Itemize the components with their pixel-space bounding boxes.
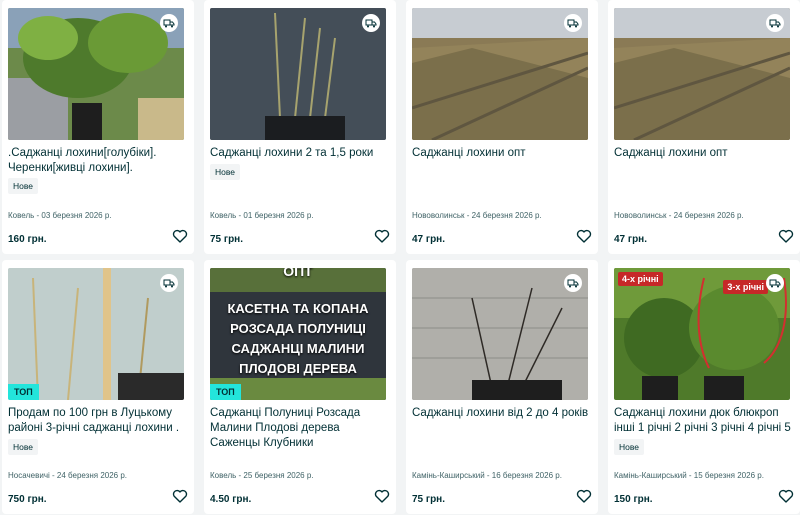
listing-date: 15 березня 2026 р. <box>693 471 764 480</box>
new-badge: Нове <box>8 439 39 455</box>
date-separator: - <box>686 471 694 480</box>
photo-overlay-text: САДЖАНЦІ МАЛИНИ <box>231 341 365 356</box>
listing-photo[interactable] <box>412 268 588 400</box>
listing-date: 24 березня 2026 р. <box>673 211 744 220</box>
listing-location: Ковель <box>210 211 237 220</box>
listing-location-date: Ковель - 03 березня 2026 р. <box>8 211 112 220</box>
top-badge: ТОП <box>8 384 39 400</box>
listing-photo[interactable]: ТОП <box>8 268 184 400</box>
listing-card[interactable]: .Саджанці лохини[голубіки]. Черенки[живц… <box>2 0 194 254</box>
new-badge: Нове <box>210 164 241 180</box>
listing-title[interactable]: Продам по 100 грн в Луцькому районі 3-рі… <box>8 406 190 436</box>
listing-photo[interactable] <box>210 8 386 140</box>
listing-price: 4.50 грн. <box>210 494 252 505</box>
favorite-heart-icon[interactable] <box>778 488 794 504</box>
listing-grid: .Саджанці лохини[голубіки]. Черенки[живц… <box>0 0 800 515</box>
listing-title[interactable]: .Саджанці лохини[голубіки]. Черенки[живц… <box>8 146 190 176</box>
favorite-heart-icon[interactable] <box>778 228 794 244</box>
listing-date: 16 березня 2026 р. <box>491 471 562 480</box>
favorite-heart-icon[interactable] <box>172 228 188 244</box>
photo-overlay-text: ПЛОДОВІ ДЕРЕВА <box>239 361 357 376</box>
listing-photo-image <box>412 268 588 400</box>
date-separator: - <box>666 211 674 220</box>
photo-overlay-text: РОЗСАДА ПОЛУНИЦІ <box>230 321 366 336</box>
listing-card[interactable]: Саджанці лохини опт Нововолинськ - 24 бе… <box>406 0 598 254</box>
new-badge: Нове <box>614 439 645 455</box>
listing-price: 75 грн. <box>412 494 445 505</box>
listing-date: 03 березня 2026 р. <box>41 211 112 220</box>
delivery-icon <box>362 14 380 32</box>
listing-price: 47 грн. <box>412 234 445 245</box>
listing-location-date: Носачевичі - 24 березня 2026 р. <box>8 471 127 480</box>
photo-overlay-text: ОПТ <box>283 268 313 279</box>
delivery-icon <box>160 14 178 32</box>
photo-overlay-text: КАСЕТНА ТА КОПАНА <box>227 301 369 316</box>
listing-photo-image <box>8 8 184 140</box>
delivery-icon <box>564 274 582 292</box>
listing-location: Камінь-Каширський <box>614 471 687 480</box>
favorite-heart-icon[interactable] <box>576 488 592 504</box>
listing-title[interactable]: Саджанці лохини від 2 до 4 років <box>412 406 594 421</box>
listing-title[interactable]: Саджанці лохини дюк блюкроп інші 1 річні… <box>614 406 796 436</box>
listing-location-date: Ковель - 01 березня 2026 р. <box>210 211 314 220</box>
listing-title[interactable]: Саджанці Полуниці Розсада Малини Плодові… <box>210 406 392 451</box>
listing-card[interactable]: Саджанці лохини від 2 до 4 років Камінь-… <box>406 260 598 514</box>
new-badge: Нове <box>8 178 39 194</box>
listing-location: Нововолинськ <box>412 211 465 220</box>
listing-location-date: Нововолинськ - 24 березня 2026 р. <box>614 211 744 220</box>
listing-price: 150 грн. <box>614 494 653 505</box>
listing-location: Носачевичі <box>8 471 50 480</box>
listing-location-date: Ковель - 25 березня 2026 р. <box>210 471 314 480</box>
listing-card[interactable]: ОПТ КАСЕТНА ТА КОПАНА РОЗСАДА ПОЛУНИЦІ С… <box>204 260 396 514</box>
favorite-heart-icon[interactable] <box>172 488 188 504</box>
listing-price: 750 грн. <box>8 494 47 505</box>
favorite-heart-icon[interactable] <box>374 488 390 504</box>
listing-photo[interactable] <box>614 8 790 140</box>
listing-location: Ковель <box>210 471 237 480</box>
listing-card[interactable]: Саджанці лохини 2 та 1,5 роки Нове Ковел… <box>204 0 396 254</box>
listing-location-date: Камінь-Каширський - 16 березня 2026 р. <box>412 471 562 480</box>
listing-title[interactable]: Саджанці лохини 2 та 1,5 роки <box>210 146 392 161</box>
listing-date: 01 березня 2026 р. <box>243 211 314 220</box>
listing-location: Ковель <box>8 211 35 220</box>
listing-location: Нововолинськ <box>614 211 667 220</box>
favorite-heart-icon[interactable] <box>576 228 592 244</box>
top-badge: ТОП <box>210 384 241 400</box>
listing-price: 47 грн. <box>614 234 647 245</box>
listing-date: 24 березня 2026 р. <box>471 211 542 220</box>
listing-card[interactable]: ТОП Продам по 100 грн в Луцькому районі … <box>2 260 194 514</box>
listing-photo-image <box>210 8 386 140</box>
delivery-icon <box>766 274 784 292</box>
listing-location-date: Нововолинськ - 24 березня 2026 р. <box>412 211 542 220</box>
date-separator: - <box>484 471 492 480</box>
listing-card[interactable]: Саджанці лохини опт Нововолинськ - 24 бе… <box>608 0 800 254</box>
listing-photo[interactable] <box>8 8 184 140</box>
listing-photo-image <box>614 8 790 140</box>
photo-tag-right: 3-х річні <box>723 280 768 294</box>
listing-photo[interactable]: ОПТ КАСЕТНА ТА КОПАНА РОЗСАДА ПОЛУНИЦІ С… <box>210 268 386 400</box>
listing-location: Камінь-Каширський <box>412 471 485 480</box>
listing-price: 160 грн. <box>8 234 47 245</box>
listing-date: 25 березня 2026 р. <box>243 471 314 480</box>
listing-photo[interactable]: 4-х річні 3-х річні <box>614 268 790 400</box>
delivery-icon <box>766 14 784 32</box>
delivery-icon <box>160 274 178 292</box>
listing-photo-image <box>412 8 588 140</box>
listing-photo[interactable] <box>412 8 588 140</box>
favorite-heart-icon[interactable] <box>374 228 390 244</box>
listing-title[interactable]: Саджанці лохини опт <box>614 146 796 161</box>
date-separator: - <box>49 471 57 480</box>
delivery-icon <box>564 14 582 32</box>
listing-date: 24 березня 2026 р. <box>56 471 128 480</box>
listing-card[interactable]: 4-х річні 3-х річні Саджанці лохини дюк … <box>608 260 800 514</box>
listing-title[interactable]: Саджанці лохини опт <box>412 146 594 161</box>
date-separator: - <box>464 211 472 220</box>
listing-photo-image <box>8 268 184 400</box>
listing-price: 75 грн. <box>210 234 243 245</box>
listing-location-date: Камінь-Каширський - 15 березня 2026 р. <box>614 471 764 480</box>
photo-tag-left: 4-х річні <box>618 272 663 286</box>
